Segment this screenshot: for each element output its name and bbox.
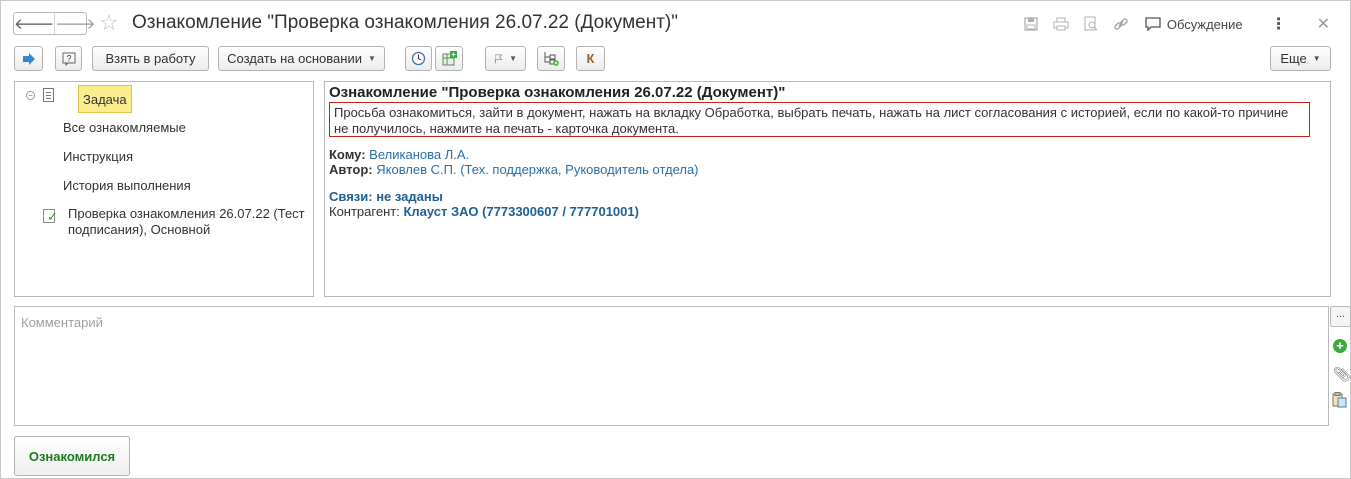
more-menu-icon[interactable]: ⋮ [1271,14,1287,34]
comment-field[interactable]: Комментарий [14,306,1329,426]
hierarchy-icon [544,52,559,66]
tree-item-label: Все ознакомляемые [63,120,186,135]
take-to-work-button[interactable]: Взять в работу [92,46,209,71]
author-label: Автор: [329,162,373,177]
title-bar: 🡐 🡒 ☆ Ознакомление "Проверка ознакомлени… [1,1,1350,47]
title-tools: Обсуждение ⋮ ✕ [1021,14,1330,34]
form-window: 🡐 🡒 ☆ Ознакомление "Проверка ознакомлени… [0,0,1351,479]
tree-item-document-label: Проверка ознакомления 26.07.22 (Тест под… [68,206,305,237]
chat-bubble-icon [1145,17,1161,31]
help-button[interactable]: ? [55,46,82,71]
tree-item-history[interactable]: История выполнения [15,178,313,198]
more-label: Еще [1280,51,1307,66]
subtask-button[interactable] [537,46,565,71]
report-button[interactable] [435,46,463,71]
author-row: Автор: Яковлев С.П. (Тех. поддержка, Рук… [329,162,699,177]
comment-placeholder: Комментарий [21,315,103,330]
paperclip-icon[interactable]: 📎︎ [1333,366,1351,383]
links-link[interactable]: Связи: не заданы [329,189,443,204]
tree-item-task[interactable]: − Задача [15,84,313,114]
counterparty-link[interactable]: Клауст ЗАО (7773300607 / 777701001) [403,204,639,219]
create-based-on-label: Создать на основании [227,51,362,66]
task-details: Ознакомление "Проверка ознакомления 26.0… [324,81,1331,297]
task-heading: Ознакомление "Проверка ознакомления 26.0… [329,84,786,101]
tree-item-task-label: Задача [78,85,132,113]
svg-text:?: ? [66,53,71,63]
forward-task-button[interactable] [14,46,43,71]
tree-item-all-readers[interactable]: Все ознакомляемые [15,120,313,140]
paste-icon[interactable] [1332,392,1347,408]
flag-menu-button[interactable]: ▼ [485,46,526,71]
acknowledge-button[interactable]: Ознакомился [14,436,130,476]
to-label: Кому: [329,147,366,162]
more-button[interactable]: Еще ▼ [1270,46,1331,71]
counterparty-row: Контрагент: Клауст ЗАО (7773300607 / 777… [329,204,639,219]
links-row: Связи: не заданы [329,189,443,204]
task-message: Просьба ознакомиться, зайти в документ, … [329,102,1310,137]
forward-button[interactable]: 🡒 [54,13,95,34]
close-icon[interactable]: ✕ [1317,14,1330,34]
back-button[interactable]: 🡐 [14,13,54,34]
preview-icon[interactable] [1081,14,1101,34]
tree-item-label: История выполнения [63,178,191,193]
chevron-down-icon: ▼ [367,54,376,63]
collapse-icon[interactable]: − [26,91,35,100]
command-bar: ? Взять в работу Создать на основании ▼ … [1,46,1350,74]
chevron-down-icon: ▼ [1312,54,1321,63]
tree-item-instruction[interactable]: Инструкция [15,149,313,169]
help-icon: ? [62,52,75,66]
author-value-link[interactable]: Яковлев С.П. (Тех. поддержка, Руководите… [376,162,698,177]
nav-buttons: 🡐 🡒 [13,12,95,35]
favorite-star-icon[interactable]: ☆ [99,11,119,35]
add-icon[interactable]: + [1333,339,1347,353]
chevron-down-icon: ▼ [509,54,517,63]
counterparty-label: Контрагент: [329,204,400,219]
link-icon[interactable] [1111,14,1131,34]
discussion-button[interactable]: Обсуждение [1145,17,1243,32]
deadline-button[interactable] [405,46,432,71]
arrow-right-icon [22,52,35,65]
print-icon[interactable] [1051,14,1071,34]
flag-icon [494,53,503,63]
tree-item-label: Инструкция [63,149,133,164]
k-button[interactable]: К [576,46,605,71]
to-value-link[interactable]: Великанова Л.А. [369,147,469,162]
navigation-tree: − Задача Все ознакомляемые Инструкция Ис… [14,81,314,297]
document-icon [43,88,54,102]
table-add-icon [442,51,457,66]
document-check-icon: ✓ [43,209,58,224]
tree-item-document[interactable]: ✓ Проверка ознакомления 26.07.22 (Тест п… [15,206,313,242]
clock-icon [411,51,426,66]
to-row: Кому: Великанова Л.А. [329,147,469,162]
create-based-on-button[interactable]: Создать на основании ▼ [218,46,385,71]
save-icon[interactable] [1021,14,1041,34]
comment-expand-button[interactable]: ... [1330,306,1351,327]
window-title: Ознакомление "Проверка ознакомления 26.0… [132,12,678,33]
discussion-label: Обсуждение [1166,16,1243,32]
